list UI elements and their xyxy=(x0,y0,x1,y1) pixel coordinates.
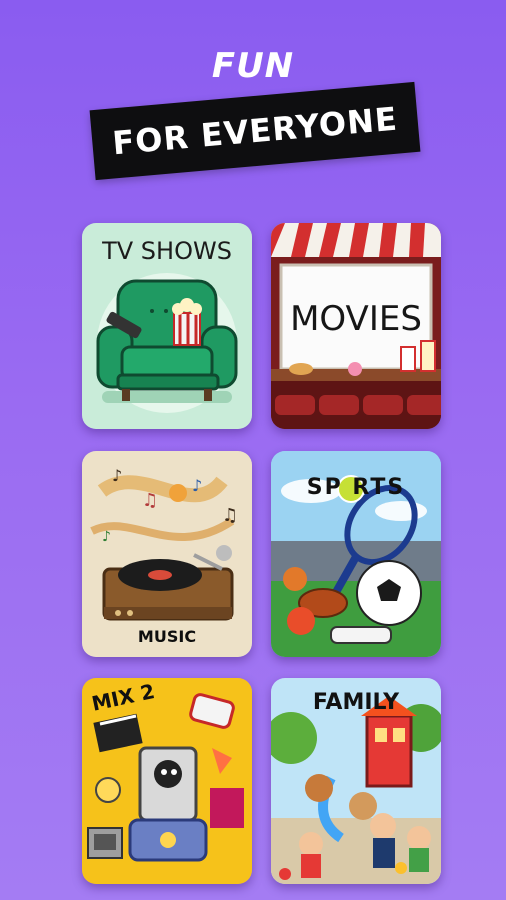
category-card-movies[interactable]: MOVIES xyxy=(271,223,441,429)
category-card-sports[interactable]: SP RTS xyxy=(271,451,441,657)
card-label-music: MUSIC xyxy=(137,627,197,646)
svg-text:♪: ♪ xyxy=(112,466,122,485)
svg-text:♫: ♫ xyxy=(142,490,158,511)
banner-for-everyone: FOR EVERYONE xyxy=(89,81,421,181)
category-card-music[interactable]: ♪ ♫ ♪ ♫ ♪ MUSIC xyxy=(82,451,252,657)
category-card-tv-shows[interactable]: TV SHOWS xyxy=(82,223,252,429)
card-label-family: FAMILY xyxy=(312,690,400,715)
headline-fun: FUN xyxy=(211,46,295,86)
card-label-tv-shows: TV SHOWS xyxy=(102,237,232,265)
svg-text:♪: ♪ xyxy=(192,476,202,495)
category-card-mix-2[interactable]: MIX 2 xyxy=(82,678,252,884)
category-card-family[interactable]: FAMILY xyxy=(271,678,441,884)
banner-text: FOR EVERYONE xyxy=(110,99,400,163)
card-label-sports: SP RTS xyxy=(306,475,406,500)
svg-text:♪: ♪ xyxy=(102,529,111,545)
svg-text:♫: ♫ xyxy=(222,505,238,526)
card-label-movies: MOVIES xyxy=(290,299,422,339)
